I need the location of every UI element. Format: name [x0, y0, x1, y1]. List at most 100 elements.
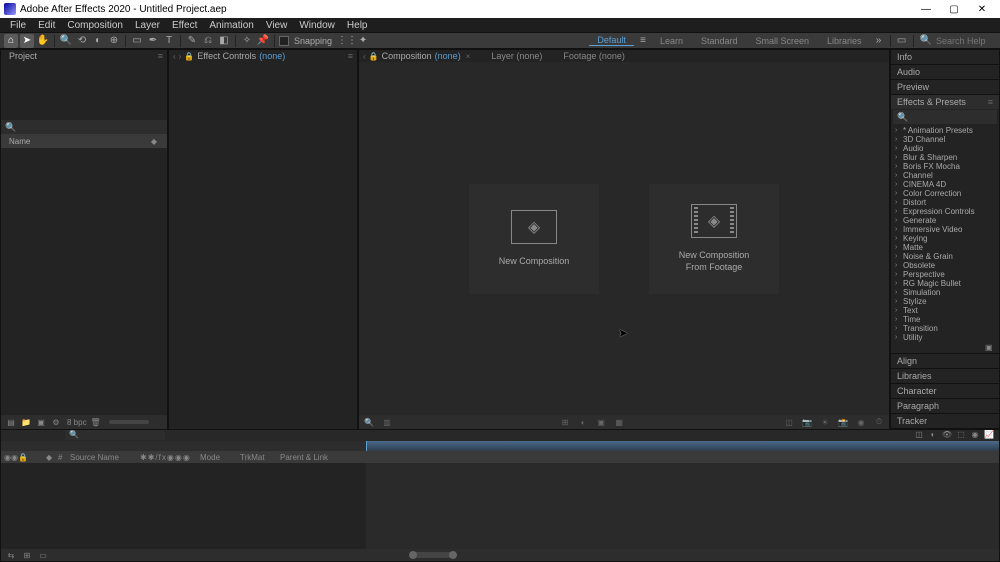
- snap-opt2-icon[interactable]: ✦: [356, 34, 370, 48]
- zoom-tool[interactable]: 🔍: [59, 34, 73, 48]
- playhead[interactable]: [366, 441, 367, 451]
- project-bpc[interactable]: 8 bpc: [67, 418, 87, 427]
- comp-tab-close-icon[interactable]: ×: [466, 52, 471, 61]
- ep-category[interactable]: ›Matte: [893, 243, 997, 252]
- mag-value[interactable]: [399, 418, 401, 427]
- ep-category[interactable]: ›Expression Controls: [893, 207, 997, 216]
- maximize-button[interactable]: ▢: [940, 0, 968, 18]
- new-comp-icon[interactable]: ▣: [35, 416, 47, 428]
- snapshot-icon[interactable]: 📸: [837, 416, 849, 428]
- ep-category[interactable]: ›Text: [893, 306, 997, 315]
- paragraph-panel-tab[interactable]: Paragraph: [891, 399, 999, 413]
- ep-category[interactable]: ›Time: [893, 315, 997, 324]
- minimize-button[interactable]: —: [912, 0, 940, 18]
- menu-window[interactable]: Window: [293, 20, 341, 31]
- region-icon[interactable]: ▣: [595, 416, 607, 428]
- ep-category[interactable]: ›3D Channel: [893, 135, 997, 144]
- timeline-graph[interactable]: [366, 463, 999, 549]
- project-panel-menu-icon[interactable]: ≡: [158, 51, 163, 61]
- menu-effect[interactable]: Effect: [166, 20, 203, 31]
- project-tab[interactable]: Project: [5, 51, 41, 61]
- timecode-icon[interactable]: ⏱: [873, 416, 885, 428]
- new-composition-button[interactable]: ◈ New Composition: [469, 184, 599, 294]
- ep-category[interactable]: ›Obsolete: [893, 261, 997, 270]
- workspace-default[interactable]: Default: [589, 35, 634, 46]
- workspace-default-menu-icon[interactable]: ≡: [636, 34, 650, 47]
- col-name[interactable]: Name: [9, 137, 30, 146]
- info-panel-tab[interactable]: Info: [891, 50, 999, 64]
- ep-category[interactable]: ›Boris FX Mocha: [893, 162, 997, 171]
- anchor-tool[interactable]: ⊕: [107, 34, 121, 48]
- layer-tab[interactable]: Layer (none): [491, 51, 542, 61]
- layer-list[interactable]: [1, 463, 366, 549]
- workspace-standard[interactable]: Standard: [693, 36, 746, 46]
- interpret-footage-icon[interactable]: ▤: [5, 416, 17, 428]
- delete-icon[interactable]: 🗑: [90, 416, 102, 428]
- text-tool[interactable]: T: [162, 34, 176, 48]
- menu-view[interactable]: View: [260, 20, 294, 31]
- tracker-panel-tab[interactable]: Tracker: [891, 414, 999, 428]
- parent-header[interactable]: Parent & Link: [277, 453, 337, 462]
- ep-category[interactable]: ›Blur & Sharpen: [893, 153, 997, 162]
- ep-category[interactable]: ›Noise & Grain: [893, 252, 997, 261]
- workspace-overflow-icon[interactable]: »: [872, 34, 886, 47]
- audio-panel-tab[interactable]: Audio: [891, 65, 999, 79]
- ep-category[interactable]: ›Perspective: [893, 270, 997, 279]
- align-panel-tab[interactable]: Align: [891, 354, 999, 368]
- ep-panel-menu-icon[interactable]: ≡: [988, 97, 993, 107]
- pen-tool[interactable]: ✒: [146, 34, 160, 48]
- hand-tool[interactable]: ✋: [36, 34, 50, 48]
- toggle-switches-icon[interactable]: ⇆: [5, 550, 17, 560]
- fx-nav-prev-icon[interactable]: ‹: [173, 52, 176, 61]
- footage-tab[interactable]: Footage (none): [563, 51, 625, 61]
- close-button[interactable]: ✕: [968, 0, 996, 18]
- eraser-tool[interactable]: ◧: [217, 34, 231, 48]
- effects-presets-tab[interactable]: Effects & Presets≡: [891, 95, 999, 109]
- fx-panel-menu-icon[interactable]: ≡: [348, 51, 353, 61]
- magnification-icon[interactable]: 🔍: [363, 416, 375, 428]
- shape-tool[interactable]: ▭: [130, 34, 144, 48]
- timeline-zoom-slider[interactable]: [413, 552, 453, 558]
- ep-category[interactable]: ›Utility: [893, 333, 997, 342]
- trkmat-header[interactable]: TrkMat: [237, 453, 277, 462]
- ep-category[interactable]: ›Simulation: [893, 288, 997, 297]
- orbit-tool[interactable]: ⟲: [75, 34, 89, 48]
- menu-edit[interactable]: Edit: [32, 20, 61, 31]
- new-preset-icon[interactable]: ▣: [985, 343, 995, 353]
- ep-category[interactable]: ›Distort: [893, 198, 997, 207]
- clone-tool[interactable]: ⎌: [201, 34, 215, 48]
- toggle-modes-icon[interactable]: ⊞: [21, 550, 33, 560]
- source-name-header[interactable]: Source Name: [67, 453, 137, 462]
- fx-nav-next-icon[interactable]: ›: [179, 52, 182, 61]
- menu-layer[interactable]: Layer: [129, 20, 166, 31]
- mask-icon[interactable]: ◐: [577, 416, 589, 428]
- ep-category[interactable]: ›Keying: [893, 234, 997, 243]
- home-tool[interactable]: ⌂: [4, 34, 18, 48]
- selection-tool[interactable]: ➤: [20, 34, 34, 48]
- menu-file[interactable]: File: [4, 20, 32, 31]
- fx-lock-icon[interactable]: 🔒: [184, 52, 194, 61]
- ep-category[interactable]: ›RG Magic Bullet: [893, 279, 997, 288]
- camera-icon[interactable]: 📷: [801, 416, 813, 428]
- ep-category[interactable]: ›Color Correction: [893, 189, 997, 198]
- workspace-libraries[interactable]: Libraries: [819, 36, 870, 46]
- resolution-icon[interactable]: ▥: [381, 416, 393, 428]
- menu-composition[interactable]: Composition: [61, 20, 129, 31]
- project-search[interactable]: 🔍: [1, 120, 167, 134]
- project-thumb-slider[interactable]: [109, 420, 149, 424]
- ep-category[interactable]: ›Audio: [893, 144, 997, 153]
- reset-workspace-icon[interactable]: ▭: [895, 34, 909, 47]
- ep-category[interactable]: ›Transition: [893, 324, 997, 333]
- mode-header[interactable]: Mode: [197, 453, 237, 462]
- rotate-tool[interactable]: ◐: [91, 34, 105, 48]
- search-help-input[interactable]: [936, 36, 996, 46]
- preview-panel-tab[interactable]: Preview: [891, 80, 999, 94]
- ep-category[interactable]: ›Immersive Video: [893, 225, 997, 234]
- 3d-view-icon[interactable]: ◫: [783, 416, 795, 428]
- viewer-lock-icon[interactable]: 🔒: [369, 52, 379, 61]
- col-type-icon[interactable]: ◆: [149, 136, 159, 146]
- roto-tool[interactable]: ✧: [240, 34, 254, 48]
- grid-icon[interactable]: ⊞: [559, 416, 571, 428]
- workspace-learn[interactable]: Learn: [652, 36, 691, 46]
- project-settings-icon[interactable]: ⚙: [50, 416, 62, 428]
